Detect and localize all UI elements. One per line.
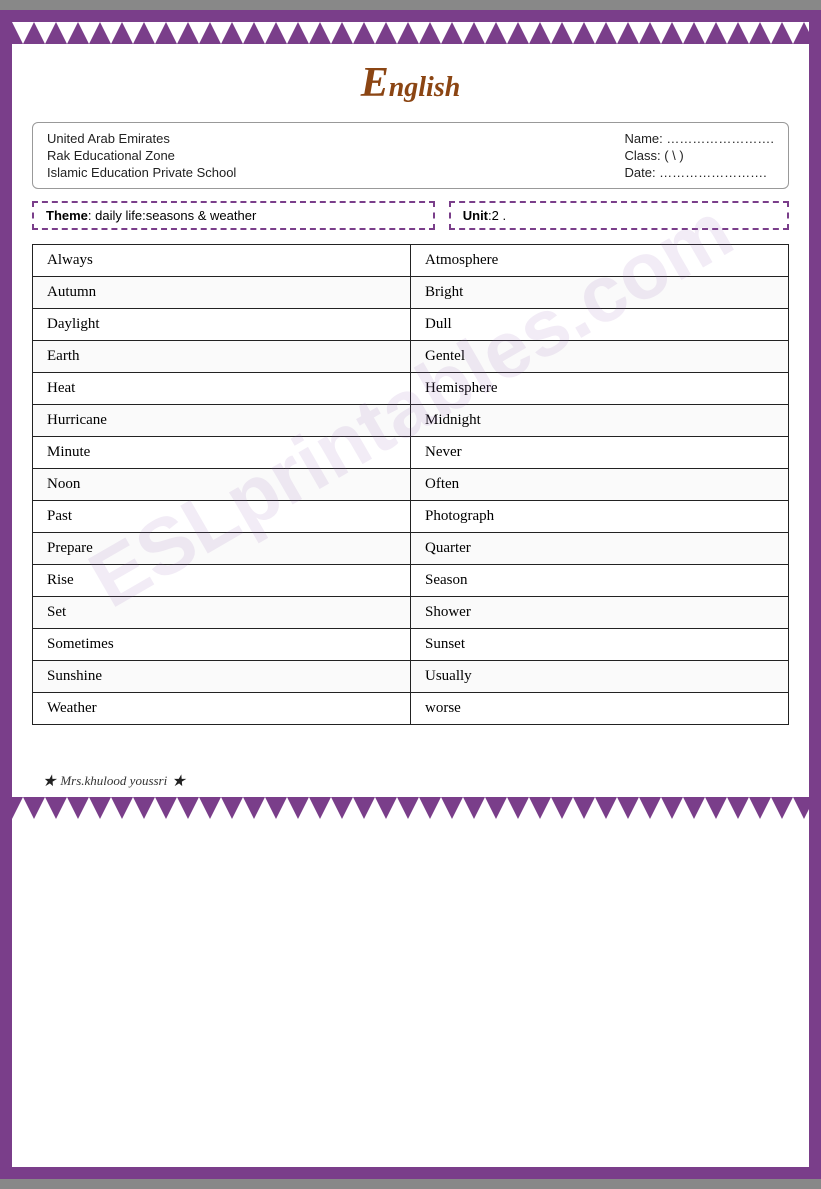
table-row: SometimesSunset [33, 629, 789, 661]
vocab-word-right: Often [411, 469, 789, 501]
info-box: United Arab Emirates Rak Educational Zon… [32, 122, 789, 189]
info-date: Date: ……………………. [624, 165, 774, 180]
vocab-word-left: Sunshine [33, 661, 411, 693]
table-row: EarthGentel [33, 341, 789, 373]
vocab-word-right: Hemisphere [411, 373, 789, 405]
header-rest: nglish [389, 72, 461, 103]
vocab-word-right: Season [411, 565, 789, 597]
info-line-3: Islamic Education Private School [47, 165, 236, 180]
star-icon-right: ★ [171, 771, 185, 791]
vocab-word-left: Prepare [33, 533, 411, 565]
vocab-word-right: Never [411, 437, 789, 469]
vocab-word-right: Gentel [411, 341, 789, 373]
vocab-word-left: Heat [33, 373, 411, 405]
header: English [32, 54, 789, 112]
vocab-word-right: worse [411, 693, 789, 725]
table-row: PrepareQuarter [33, 533, 789, 565]
vocab-word-left: Minute [33, 437, 411, 469]
vocab-word-right: Sunset [411, 629, 789, 661]
unit-label: Unit [463, 208, 488, 223]
vocab-word-right: Usually [411, 661, 789, 693]
vocab-word-left: Daylight [33, 309, 411, 341]
info-line-1: United Arab Emirates [47, 131, 236, 146]
vocab-word-right: Dull [411, 309, 789, 341]
vocab-word-left: Hurricane [33, 405, 411, 437]
info-name: Name: ……………………. [624, 131, 774, 146]
table-row: PastPhotograph [33, 501, 789, 533]
table-row: Weatherworse [33, 693, 789, 725]
theme-unit-row: Theme: daily life:seasons & weather Unit… [32, 201, 789, 230]
table-row: SunshineUsually [33, 661, 789, 693]
table-row: AutumnBright [33, 277, 789, 309]
vocab-word-left: Sometimes [33, 629, 411, 661]
header-letter: E [361, 60, 389, 106]
vocab-word-right: Midnight [411, 405, 789, 437]
theme-box: Theme: daily life:seasons & weather [32, 201, 435, 230]
unit-box: Unit:2 . [449, 201, 789, 230]
theme-label: Theme [46, 208, 88, 223]
theme-value: daily life:seasons & weather [92, 208, 257, 223]
vocab-word-right: Quarter [411, 533, 789, 565]
vocab-word-left: Past [33, 501, 411, 533]
vocabulary-table: AlwaysAtmosphereAutumnBrightDaylightDull… [32, 244, 789, 725]
top-border [12, 22, 809, 44]
info-right: Name: ……………………. Class: ( \ ) Date: ……………… [624, 131, 774, 180]
vocab-word-left: Always [33, 245, 411, 277]
info-class: Class: ( \ ) [624, 148, 774, 163]
table-row: AlwaysAtmosphere [33, 245, 789, 277]
table-row: DaylightDull [33, 309, 789, 341]
vocab-word-right: Atmosphere [411, 245, 789, 277]
table-row: RiseSeason [33, 565, 789, 597]
unit-value: 2 . [492, 208, 506, 223]
vocab-word-left: Set [33, 597, 411, 629]
vocab-word-right: Bright [411, 277, 789, 309]
footer: ★ Mrs.khulood youssri ★ [12, 765, 809, 797]
info-left: United Arab Emirates Rak Educational Zon… [47, 131, 236, 180]
table-row: HurricaneMidnight [33, 405, 789, 437]
vocab-word-left: Rise [33, 565, 411, 597]
table-row: NoonOften [33, 469, 789, 501]
vocab-word-left: Earth [33, 341, 411, 373]
info-line-2: Rak Educational Zone [47, 148, 236, 163]
star-icon-left: ★ [42, 771, 56, 791]
vocab-word-right: Shower [411, 597, 789, 629]
vocab-word-left: Noon [33, 469, 411, 501]
page: ESLprintables.com English United Arab Em… [0, 10, 821, 1179]
footer-text: Mrs.khulood youssri [60, 773, 167, 789]
table-row: SetShower [33, 597, 789, 629]
table-row: HeatHemisphere [33, 373, 789, 405]
vocab-word-left: Autumn [33, 277, 411, 309]
vocab-word-left: Weather [33, 693, 411, 725]
table-row: MinuteNever [33, 437, 789, 469]
bottom-border [12, 797, 809, 819]
vocab-word-right: Photograph [411, 501, 789, 533]
